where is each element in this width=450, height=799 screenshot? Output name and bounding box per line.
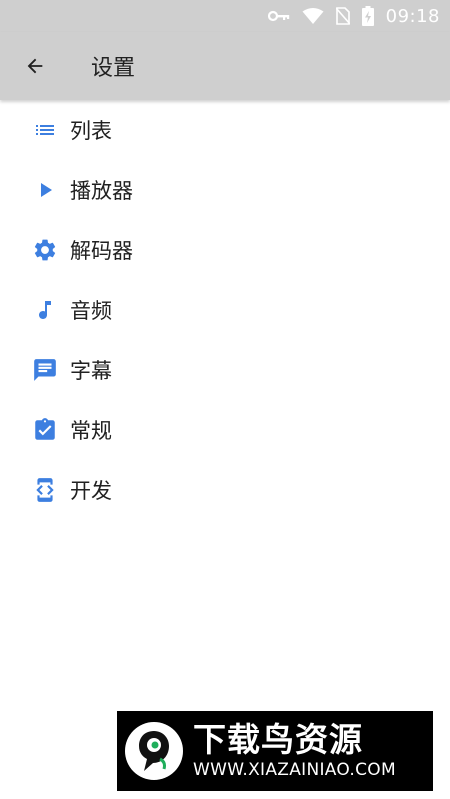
subtitles-icon bbox=[31, 356, 59, 384]
status-bar: 09:18 bbox=[0, 0, 450, 32]
key-icon bbox=[267, 10, 290, 22]
menu-item-general[interactable]: 常规 bbox=[0, 400, 450, 460]
menu-item-audio[interactable]: 音频 bbox=[0, 280, 450, 340]
menu-item-label: 音频 bbox=[70, 299, 112, 323]
menu-item-label: 字幕 bbox=[70, 359, 112, 383]
menu-item-label: 解码器 bbox=[70, 239, 133, 263]
bird-logo-icon bbox=[125, 722, 183, 780]
arrow-back-icon bbox=[27, 58, 43, 74]
menu-item-developer[interactable]: 开发 bbox=[0, 460, 450, 520]
list-icon bbox=[31, 116, 59, 144]
status-time: 09:18 bbox=[385, 5, 440, 27]
menu-item-list[interactable]: 列表 bbox=[0, 100, 450, 160]
battery-charging-icon bbox=[361, 6, 374, 26]
page-title: 设置 bbox=[91, 56, 136, 81]
music-note-icon bbox=[31, 296, 59, 324]
play-icon bbox=[31, 176, 59, 204]
no-sim-icon bbox=[335, 7, 350, 25]
watermark-title: 下载鸟资源 bbox=[193, 720, 363, 759]
watermark-url: WWW.XIAZAINIAO.COM bbox=[193, 760, 396, 780]
menu-item-subtitles[interactable]: 字幕 bbox=[0, 340, 450, 400]
menu-item-label: 播放器 bbox=[70, 179, 133, 203]
wifi-icon bbox=[302, 7, 324, 25]
settings-screen: 09:18 设置 列表 播放器 解码器 音频 字幕 常规 开发 下载鸟资源 WW… bbox=[0, 0, 450, 799]
settings-menu: 列表 播放器 解码器 音频 字幕 常规 开发 bbox=[0, 100, 450, 520]
gear-icon bbox=[31, 236, 59, 264]
app-bar: 设置 bbox=[0, 32, 450, 100]
menu-item-decoder[interactable]: 解码器 bbox=[0, 220, 450, 280]
watermark-banner: 下载鸟资源 WWW.XIAZAINIAO.COM bbox=[117, 711, 433, 791]
watermark-text: 下载鸟资源 WWW.XIAZAINIAO.COM bbox=[193, 721, 396, 781]
assignment-check-icon bbox=[31, 416, 59, 444]
menu-item-label: 列表 bbox=[70, 119, 112, 143]
menu-item-player[interactable]: 播放器 bbox=[0, 160, 450, 220]
menu-item-label: 开发 bbox=[70, 479, 112, 503]
back-button[interactable] bbox=[15, 46, 55, 86]
developer-mode-icon bbox=[31, 476, 59, 504]
menu-item-label: 常规 bbox=[70, 419, 112, 443]
